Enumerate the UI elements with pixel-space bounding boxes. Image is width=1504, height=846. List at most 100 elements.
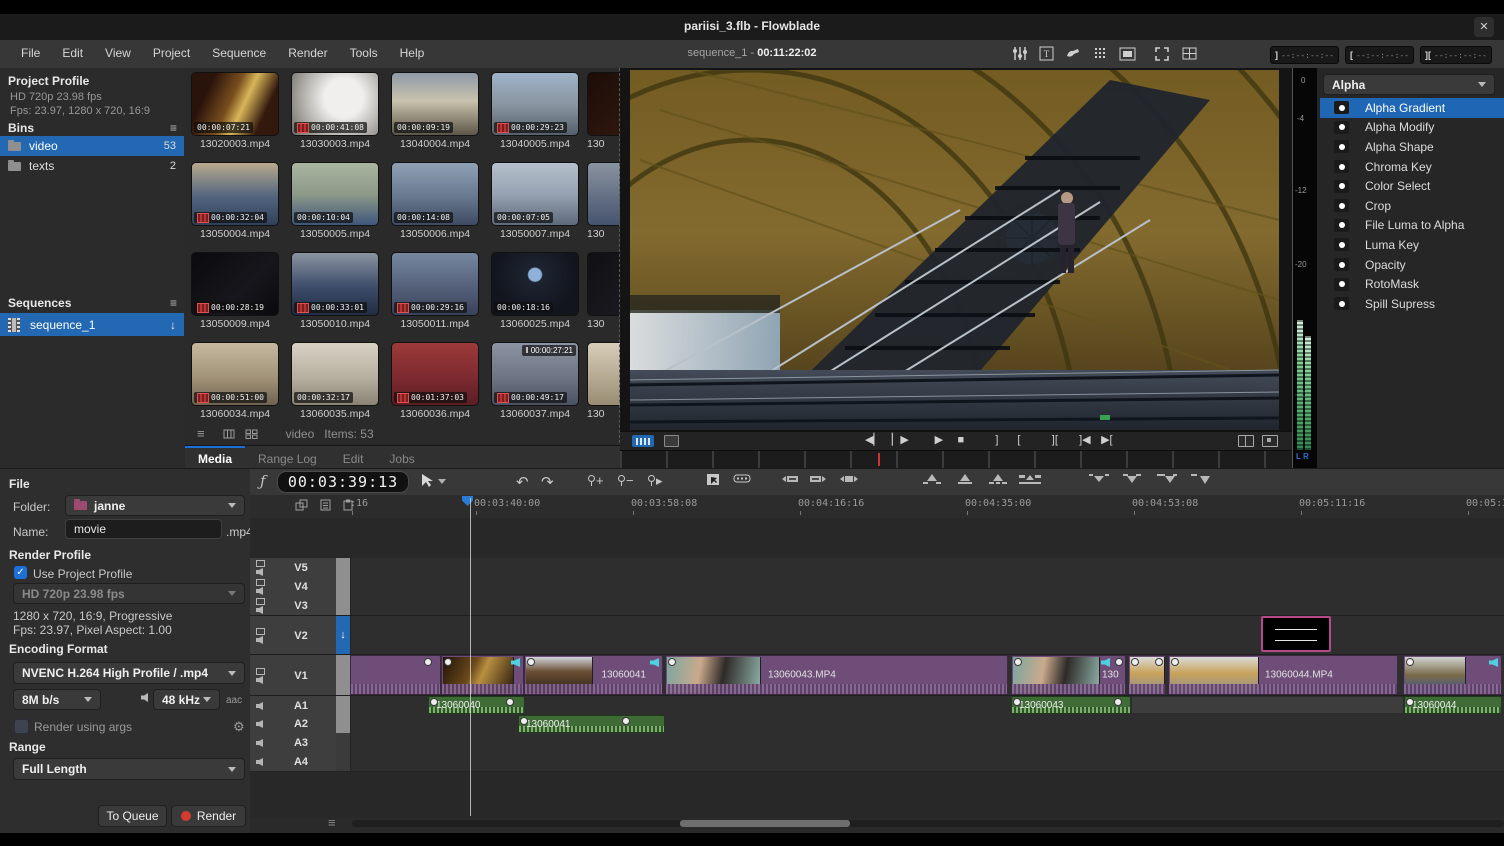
track-strip[interactable] xyxy=(336,696,351,715)
filter-add-button[interactable] xyxy=(1334,101,1349,114)
add-marker-icon[interactable]: + xyxy=(588,473,604,488)
to-mark-in-icon[interactable]: ]◀ xyxy=(1079,433,1091,446)
trim-end-icon[interactable] xyxy=(808,473,828,485)
media-item[interactable]: ‖ 00:00:28:19 13050009.mp4 xyxy=(191,252,279,331)
range-select[interactable]: Full Length xyxy=(13,758,245,780)
scrollbar-thumb[interactable] xyxy=(680,820,850,827)
track-strip[interactable] xyxy=(336,577,351,596)
timeline-clip[interactable] xyxy=(1128,655,1166,695)
media-item[interactable]: 130 xyxy=(587,72,620,151)
sync-icon[interactable] xyxy=(295,499,308,511)
media-relinker-icon[interactable] xyxy=(1091,45,1109,62)
audio-clip[interactable]: 13060043 xyxy=(1011,696,1131,714)
fullscreen-icon[interactable] xyxy=(1153,45,1171,62)
timeline-clip[interactable]: 13060043.MP4 xyxy=(665,655,1008,695)
track-strip[interactable] xyxy=(336,596,351,615)
overwrite-icon[interactable] xyxy=(1156,473,1178,485)
media-item[interactable]: 130 xyxy=(587,252,620,331)
render-profile-select[interactable]: HD 720p 23.98 fps xyxy=(13,583,245,604)
bitrate-select[interactable]: 8M b/s xyxy=(13,689,101,710)
timeline-clip[interactable] xyxy=(350,655,441,695)
lift-icon[interactable] xyxy=(922,473,942,485)
redo-icon[interactable]: ↷ xyxy=(541,473,554,491)
track-strip[interactable] xyxy=(336,714,351,733)
clip-display-toggle[interactable] xyxy=(664,435,679,447)
menu-item[interactable]: View xyxy=(94,40,142,68)
list-view-icon[interactable] xyxy=(223,429,235,439)
titler-icon[interactable]: T xyxy=(1037,45,1055,62)
pane-drag-handle[interactable]: ≡ xyxy=(328,815,336,830)
range-select-icon[interactable] xyxy=(706,473,720,486)
log-list-icon[interactable] xyxy=(320,499,331,511)
blank-clip[interactable] xyxy=(1131,696,1404,714)
bin-row[interactable]: video 53 xyxy=(0,136,184,156)
timeline-clip[interactable] xyxy=(441,655,524,695)
filter-add-button[interactable] xyxy=(1334,219,1349,232)
filter-row[interactable]: Chroma Key xyxy=(1320,157,1504,177)
extract-icon[interactable] xyxy=(956,473,974,485)
menu-item[interactable]: Tools xyxy=(339,40,389,68)
track-strip-active[interactable]: ↓ xyxy=(336,616,351,655)
timeline-clip[interactable]: 13060044.MP4 xyxy=(1168,655,1398,695)
media-item[interactable]: ‖ 00:00:29:16 13050011.mp4 xyxy=(391,252,479,331)
menu-item[interactable]: Project xyxy=(142,40,201,68)
to-queue-button[interactable]: To Queue xyxy=(98,805,167,827)
clear-marks-icon[interactable]: ][ xyxy=(1049,434,1061,446)
view-split-icon[interactable] xyxy=(1238,435,1254,447)
media-item[interactable]: ‖ 00:00:07:05 13050007.mp4 xyxy=(491,162,579,241)
audio-clip[interactable]: 13060041 xyxy=(518,715,665,733)
close-icon[interactable]: ✕ xyxy=(1474,17,1494,37)
sequence-row[interactable]: sequence_1 ↓ xyxy=(0,313,184,336)
title-clip[interactable] xyxy=(1261,616,1331,652)
window-layout-icon[interactable] xyxy=(1180,45,1198,62)
track-head-a2[interactable]: A2 xyxy=(250,714,337,733)
filter-add-button[interactable] xyxy=(1334,121,1349,134)
filter-add-button[interactable] xyxy=(1334,258,1349,271)
track-strip[interactable] xyxy=(336,752,351,771)
edit-tool-selector[interactable] xyxy=(420,473,448,488)
media-item[interactable]: ‖ 00:00:32:04 13050004.mp4 xyxy=(191,162,279,241)
name-field[interactable] xyxy=(65,519,222,539)
grid-view-icon[interactable] xyxy=(245,429,258,439)
mark-in-icon[interactable]: [ xyxy=(1013,434,1025,446)
media-item[interactable]: 130 xyxy=(587,342,620,421)
append-icon[interactable] xyxy=(1190,473,1212,485)
prev-frame-icon[interactable]: ◀▏ xyxy=(865,433,882,446)
media-item[interactable]: ‖ 00:00:32:17 13060035.mp4 xyxy=(291,342,379,421)
samplerate-select[interactable]: 48 kHz xyxy=(153,689,220,710)
track-head-v1[interactable]: V1 xyxy=(250,655,337,696)
timeline-scrollbar[interactable] xyxy=(352,820,1504,827)
filter-row[interactable]: Opacity xyxy=(1320,255,1504,275)
panel-tab[interactable]: Edit xyxy=(330,446,377,469)
play-icon[interactable]: ▶ xyxy=(933,433,945,446)
media-item[interactable]: ‖ 00:00:07:21 13020003.mp4 xyxy=(191,72,279,151)
use-project-profile-checkbox[interactable]: ✓ xyxy=(14,566,27,579)
media-item[interactable]: ‖ 00:00:09:19 13040004.mp4 xyxy=(391,72,479,151)
menu-item[interactable]: Sequence xyxy=(201,40,277,68)
filter-row[interactable]: File Luma to Alpha xyxy=(1320,216,1504,236)
filter-row[interactable]: Luma Key xyxy=(1320,235,1504,255)
to-mark-out-icon[interactable]: ▶[ xyxy=(1101,433,1113,446)
media-item[interactable]: ‖ 00:00:51:00 13060034.mp4 xyxy=(191,342,279,421)
panel-tab[interactable]: Jobs xyxy=(376,446,427,469)
timeline-clip[interactable]: 13060041 xyxy=(524,655,663,695)
filter-add-button[interactable] xyxy=(1334,199,1349,212)
undo-icon[interactable]: ↶ xyxy=(516,473,529,491)
filter-row[interactable]: Alpha Shape xyxy=(1320,137,1504,157)
media-item[interactable]: ‖ 00:00:10:04 13050005.mp4 xyxy=(291,162,379,241)
view-single-icon[interactable] xyxy=(1262,435,1278,447)
filter-row[interactable]: Alpha Modify xyxy=(1320,118,1504,138)
ripple-delete-icon[interactable] xyxy=(1018,473,1042,485)
bins-menu-icon[interactable]: ≡ xyxy=(170,121,177,135)
media-item[interactable]: 130 xyxy=(587,162,620,241)
filters-icon[interactable] xyxy=(1010,45,1028,62)
next-frame-icon[interactable]: ▏▶ xyxy=(892,433,909,446)
filter-add-button[interactable] xyxy=(1334,278,1349,291)
timeline-clip[interactable] xyxy=(1403,655,1502,695)
stop-icon[interactable]: ■ xyxy=(955,434,967,446)
track-head-v4[interactable]: V4 xyxy=(250,577,337,596)
panel-tab[interactable]: Media xyxy=(185,446,245,469)
filter-row[interactable]: Color Select xyxy=(1320,176,1504,196)
encoding-format-select[interactable]: NVENC H.264 High Profile / .mp4 xyxy=(13,662,245,684)
sequence-import-icon[interactable]: ↓ xyxy=(170,318,176,332)
